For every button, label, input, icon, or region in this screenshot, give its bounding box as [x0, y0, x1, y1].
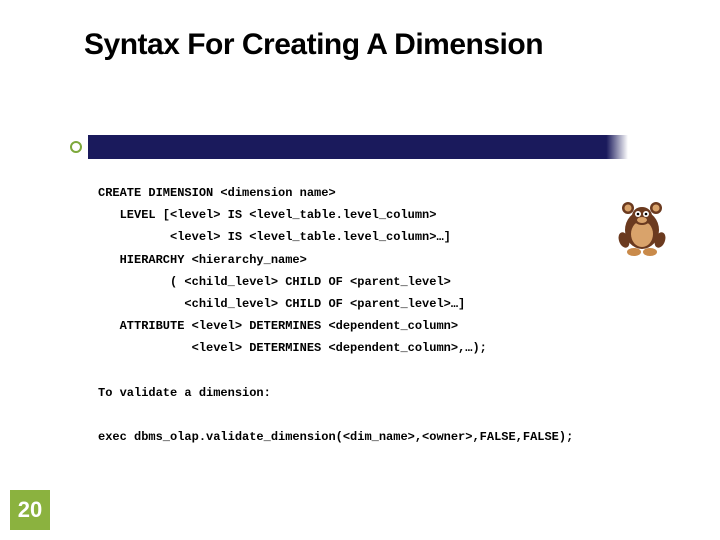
cartoon-character-icon [614, 192, 670, 258]
slide-title: Syntax For Creating A Dimension [0, 0, 720, 62]
bullet-icon [70, 141, 82, 153]
title-underline-bar [88, 135, 628, 159]
page-number-badge: 20 [10, 490, 50, 530]
code-block: CREATE DIMENSION <dimension name> LEVEL … [98, 182, 573, 448]
